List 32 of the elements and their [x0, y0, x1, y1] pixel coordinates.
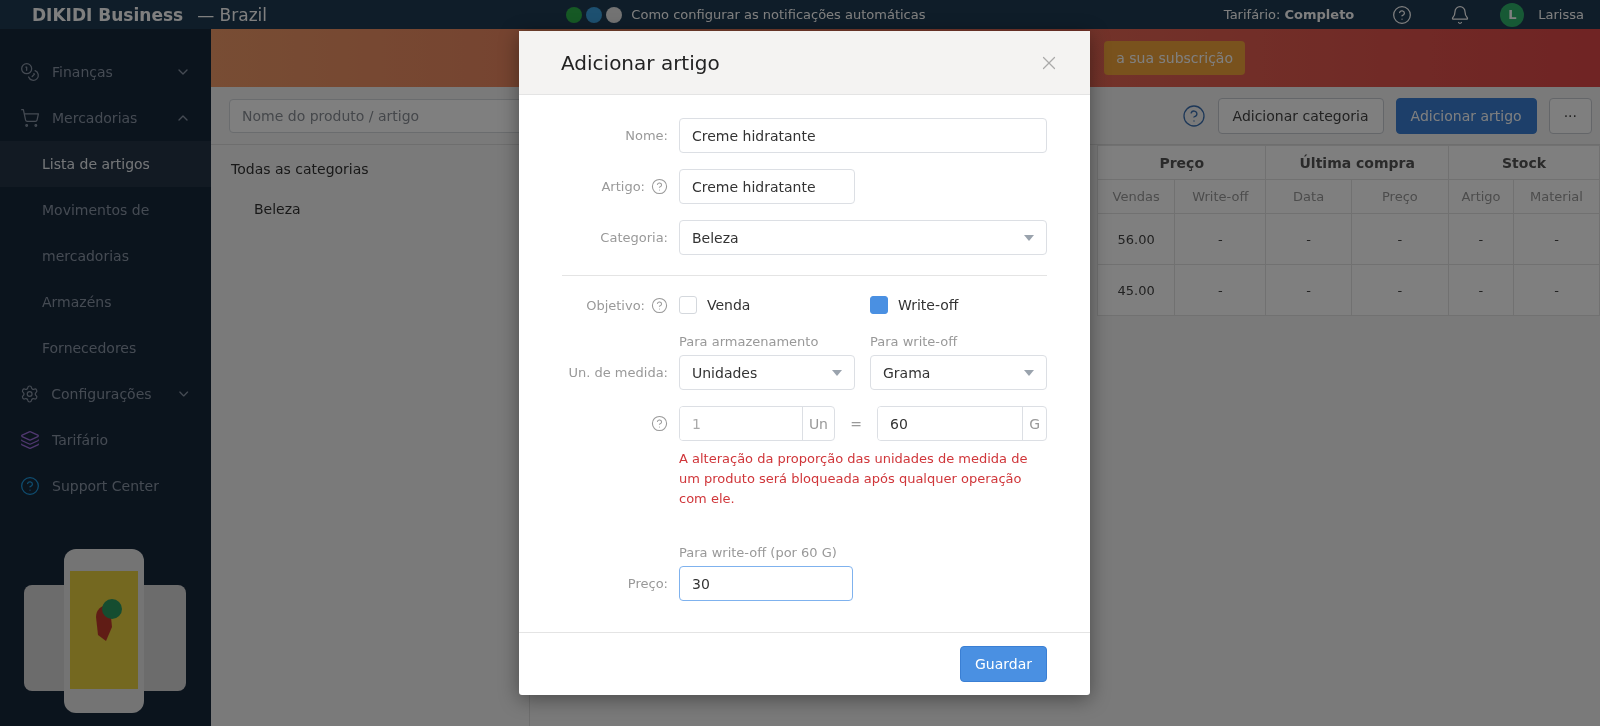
field-label: Preço:	[627, 576, 668, 591]
checkbox-label: Write-off	[898, 297, 959, 313]
table-cell: 56.00	[1097, 213, 1175, 265]
table-cell: 45.00	[1097, 264, 1175, 316]
table-cell: -	[1265, 264, 1352, 316]
checkbox-label: Venda	[707, 297, 751, 313]
column-group-header: Última compra	[1265, 145, 1449, 180]
column-group-header: Preço	[1097, 145, 1266, 180]
column-caption: Para armazenamento	[679, 334, 820, 349]
column-group-header: Stock	[1448, 145, 1600, 180]
table-cell: -	[1174, 213, 1266, 265]
price-caption: Para write-off (por 60 G)	[679, 545, 838, 560]
table-cell: -	[1513, 213, 1600, 265]
column-caption: Para write-off	[870, 334, 959, 349]
dialog-title: Adicionar artigo	[561, 50, 720, 75]
table-cell: -	[1513, 264, 1600, 316]
unit-label: Un	[801, 407, 834, 440]
table-cell: -	[1448, 213, 1514, 265]
table-cell: -	[1174, 264, 1266, 316]
equals-sign: =	[849, 415, 863, 432]
table-cell: -	[1448, 264, 1514, 316]
field-label: Un. de medida:	[568, 365, 668, 380]
table-cell: -	[1351, 264, 1449, 316]
unit-label: G	[1022, 407, 1046, 440]
field-label: Artigo:	[601, 179, 645, 194]
field-label: Objetivo:	[586, 297, 645, 313]
field-label: Categoria:	[600, 230, 668, 245]
plan-label: Tarifário: Completo	[1223, 7, 1355, 22]
region-name: — Brazil	[197, 4, 267, 25]
table-cell: -	[1351, 213, 1449, 265]
warning-text: A alteração da proporção das unidades de medida de um produto será bloqueada após qualquer operação com ele.	[679, 450, 1029, 508]
table-cell: -	[1265, 213, 1352, 265]
